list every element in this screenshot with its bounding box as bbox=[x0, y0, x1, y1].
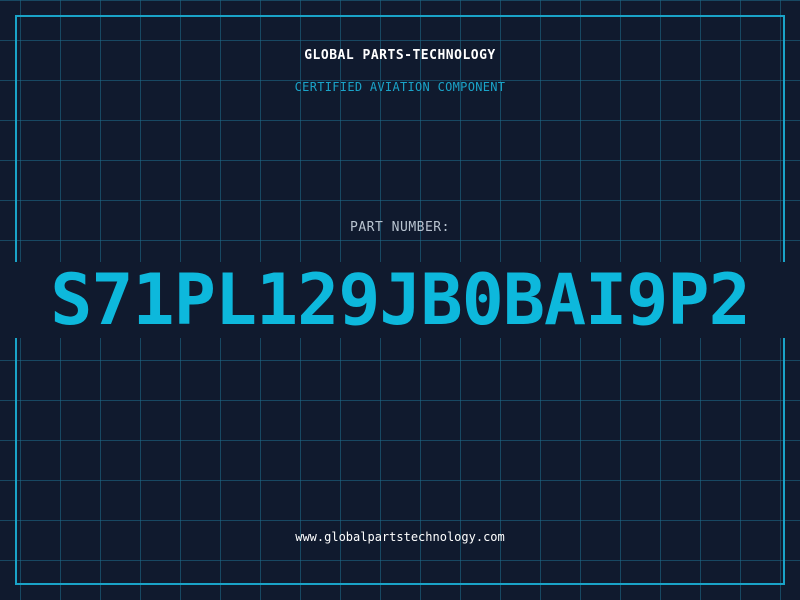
part-number-label: PART NUMBER: bbox=[350, 220, 450, 235]
brand-name: GLOBAL PARTS-TECHNOLOGY bbox=[304, 48, 496, 63]
part-number-value: S71PL129JB0BAI9P2 bbox=[50, 259, 750, 341]
website-url: www.globalpartstechnology.com bbox=[295, 530, 505, 544]
label-card: GLOBAL PARTS-TECHNOLOGY CERTIFIED AVIATI… bbox=[0, 0, 800, 600]
certification-tagline: CERTIFIED AVIATION COMPONENT bbox=[294, 80, 506, 94]
